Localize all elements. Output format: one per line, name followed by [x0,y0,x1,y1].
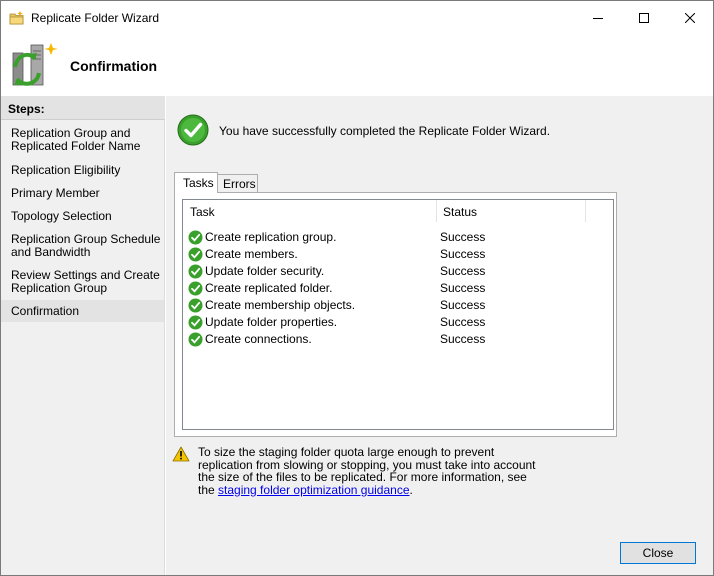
steps-heading-label: Steps: [8,102,45,116]
step-review-settings[interactable]: Review Settings and Create Replication G… [1,269,164,295]
success-message: You have successfully completed the Repl… [219,124,551,138]
task-status: Success [440,247,486,261]
warning-end: . [409,482,413,497]
task-name: Update folder properties. [205,315,338,329]
step-schedule-bandwidth[interactable]: Replication Group Schedule and Bandwidth [1,233,164,259]
column-header-status[interactable]: Status [436,200,586,222]
table-row[interactable]: Create replication group. Success [188,229,608,246]
success-check-icon [188,230,203,245]
replication-server-icon [9,41,59,91]
table-row[interactable]: Create connections. Success [188,331,608,348]
tab-errors[interactable]: Errors [218,174,258,193]
maximize-button[interactable] [621,1,667,35]
step-replication-group-name[interactable]: Replication Group and Replicated Folder … [1,127,164,153]
task-name: Create replicated folder. [205,281,333,295]
table-row[interactable]: Create members. Success [188,246,608,263]
column-header-task[interactable]: Task [183,200,437,222]
minimize-icon [593,18,603,19]
close-icon [685,13,695,23]
maximize-icon [639,13,649,23]
step-topology-selection[interactable]: Topology Selection [1,210,164,223]
table-row[interactable]: Create membership objects. Success [188,297,608,314]
task-list[interactable]: Task Status Create replication group. Su… [182,199,614,430]
task-name: Create replication group. [205,230,337,244]
step-replication-eligibility[interactable]: Replication Eligibility [1,164,164,177]
wizard-header: Confirmation [1,35,713,95]
staging-guidance-link[interactable]: staging folder optimization guidance [218,483,409,497]
step-confirmation[interactable]: Confirmation [1,300,164,322]
task-status: Success [440,332,486,346]
table-row[interactable]: Update folder security. Success [188,263,608,280]
table-row[interactable]: Update folder properties. Success [188,314,608,331]
task-status: Success [440,298,486,312]
success-check-icon [188,298,203,313]
steps-sidebar: Steps: Replication Group and Replicated … [1,96,165,575]
window-title: Replicate Folder Wizard [31,11,160,25]
folder-wizard-icon [9,10,25,26]
task-status: Success [440,230,486,244]
task-status: Success [440,281,486,295]
tab-tasks[interactable]: Tasks [174,172,218,193]
success-check-icon [188,332,203,347]
success-check-icon [177,114,209,146]
column-header-task-label: Task [190,205,215,219]
task-status: Success [440,264,486,278]
page-title: Confirmation [70,58,158,74]
tasks-tab-panel: Task Status Create replication group. Su… [174,192,617,437]
task-name: Create membership objects. [205,298,356,312]
minimize-button[interactable] [575,1,621,35]
success-check-icon [188,315,203,330]
warning-icon [172,446,190,462]
task-status: Success [440,315,486,329]
steps-heading: Steps: [1,96,165,120]
success-check-icon [188,247,203,262]
table-row[interactable]: Create replicated folder. Success [188,280,608,297]
close-button[interactable]: Close [620,542,696,564]
title-bar[interactable]: Replicate Folder Wizard [1,1,713,35]
step-primary-member[interactable]: Primary Member [1,187,164,200]
wizard-window: Replicate Folder Wizard Confirmation Ste… [0,0,714,576]
main-panel: You have successfully completed the Repl… [166,96,713,575]
column-header-status-label: Status [443,205,478,219]
success-check-icon [188,281,203,296]
success-check-icon [188,264,203,279]
task-name: Update folder security. [205,264,325,278]
task-name: Create members. [205,247,298,261]
tab-errors-label: Errors [223,177,256,191]
tab-tasks-label: Tasks [183,176,214,190]
staging-warning-text: To size the staging folder quota large e… [198,446,543,496]
task-name: Create connections. [205,332,312,346]
close-window-button[interactable] [667,1,713,35]
